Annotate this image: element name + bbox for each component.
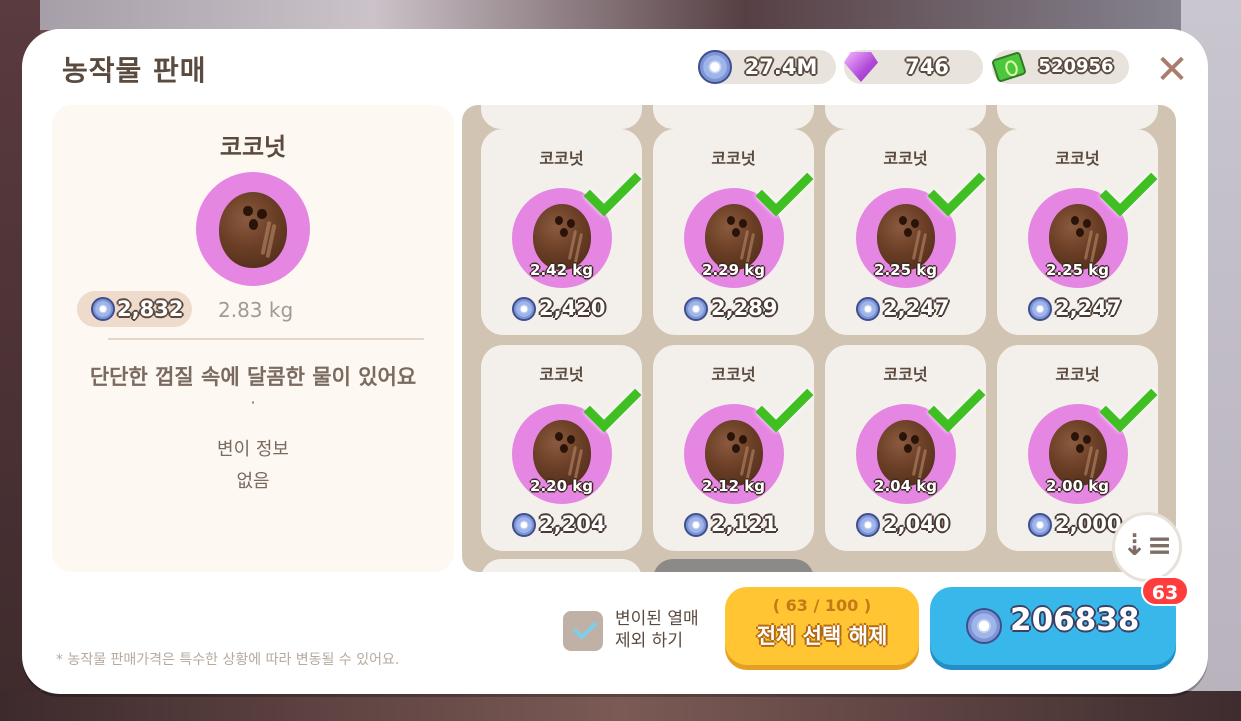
crop-weight: 2.83 kg	[218, 298, 294, 322]
sell-crops-modal: 농작물 판매 27.4M 746 520956 ✕ 코코넛 2,832 2.83	[22, 29, 1208, 694]
separator-dot: ·	[250, 393, 256, 412]
crop-grid[interactable]: 코코넛 2.42 kg 2,420 코코넛 2.29 kg 2,289 코코넛 2.25 kg…	[462, 105, 1176, 572]
grid-cell-partial[interactable]	[481, 105, 642, 129]
deselect-all-label: 전체 선택 해제	[756, 624, 888, 648]
crop-card-weight: 2.29 kg	[702, 261, 765, 279]
background-top	[0, 0, 1241, 30]
crop-card-price: 2,247	[1055, 296, 1122, 320]
selection-count: ( 63 / 100 )	[772, 596, 872, 615]
crop-card[interactable]: 코코넛 2.25 kg 2,247	[997, 129, 1158, 335]
divider	[108, 338, 424, 340]
coin-icon	[512, 513, 536, 537]
exclude-label-line1: 변이된 열매	[615, 609, 699, 629]
crop-card[interactable]: 코코넛 2.42 kg 2,420	[481, 129, 642, 335]
crop-card-weight: 2.12 kg	[702, 477, 765, 495]
coin-icon	[91, 297, 115, 321]
coconut-icon	[219, 192, 287, 268]
coin-icon	[856, 297, 880, 321]
coin-balance-value: 27.4M	[744, 55, 818, 79]
gem-balance-value: 746	[905, 55, 949, 79]
sort-descending-icon: ⇣≡	[1121, 528, 1173, 563]
coin-icon	[1028, 513, 1052, 537]
crop-card-weight: 2.25 kg	[1046, 261, 1109, 279]
crop-image	[196, 172, 310, 286]
coin-icon	[698, 50, 732, 84]
sell-button[interactable]: 206838	[930, 587, 1176, 665]
coin-icon	[1028, 297, 1052, 321]
check-icon	[572, 615, 598, 640]
crop-card[interactable]: 코코넛 2.04 kg 2,040	[825, 345, 986, 551]
coin-icon	[856, 513, 880, 537]
gem-balance: 746	[844, 50, 983, 84]
crop-card-weight: 2.00 kg	[1046, 477, 1109, 495]
coin-balance: 27.4M	[698, 50, 836, 84]
crop-card-price: 2,204	[539, 512, 606, 536]
sort-button[interactable]: ⇣≡	[1112, 512, 1182, 582]
crop-card-price: 2,420	[539, 296, 606, 320]
crop-description: 단단한 껍질 속에 달콤한 물이 있어요	[89, 365, 417, 389]
coin-icon	[684, 513, 708, 537]
grid-cell-partial[interactable]	[653, 105, 814, 129]
sell-total: 206838	[1010, 602, 1140, 638]
modal-title: 농작물 판매	[62, 54, 207, 87]
grid-cell-partial[interactable]	[481, 559, 642, 572]
crop-card-price: 2,121	[711, 512, 778, 536]
crop-card-weight: 2.20 kg	[530, 477, 593, 495]
grid-cell-partial[interactable]	[825, 105, 986, 129]
crop-card-weight: 2.42 kg	[530, 261, 593, 279]
mutation-info-value: 없음	[236, 471, 270, 492]
crop-card[interactable]: 코코넛 2.20 kg 2,204	[481, 345, 642, 551]
grid-cell-partial[interactable]	[997, 105, 1158, 129]
coin-icon	[684, 297, 708, 321]
crop-detail-panel: 코코넛 2,832 2.83 kg 단단한 껍질 속에 달콤한 물이 있어요 ·…	[52, 105, 454, 572]
crop-card-price: 2,247	[883, 296, 950, 320]
crop-price-value: 2,832	[117, 297, 184, 321]
selected-count-badge: 63	[1141, 576, 1189, 606]
crop-name: 코코넛	[219, 133, 287, 161]
crop-card-price: 2,289	[711, 296, 778, 320]
crop-card[interactable]: 코코넛 2.29 kg 2,289	[653, 129, 814, 335]
crop-card-weight: 2.25 kg	[874, 261, 937, 279]
crop-card-price: 2,000	[1055, 512, 1122, 536]
crop-card[interactable]: 코코넛 2.12 kg 2,121	[653, 345, 814, 551]
price-note: * 농작물 판매가격은 특수한 상황에 따라 변동될 수 있어요.	[56, 652, 400, 668]
gem-icon	[844, 52, 878, 82]
cash-balance-value: 520956	[1038, 56, 1114, 77]
cash-icon	[991, 50, 1027, 84]
coin-icon	[966, 608, 1002, 644]
close-button[interactable]: ✕	[1150, 48, 1194, 92]
exclude-label-line2: 제외 하기	[615, 631, 683, 651]
crop-price: 2,832	[77, 291, 192, 327]
deselect-all-button[interactable]: ( 63 / 100 ) 전체 선택 해제	[725, 587, 919, 665]
grid-cell-partial[interactable]	[653, 559, 814, 572]
crop-card-weight: 2.04 kg	[874, 477, 937, 495]
cash-balance: 520956	[991, 50, 1129, 84]
mutation-info-title: 변이 정보	[217, 439, 289, 460]
crop-card-price: 2,040	[883, 512, 950, 536]
background-bottom	[0, 691, 1241, 721]
exclude-mutated-label[interactable]: 변이된 열매 제외 하기	[615, 608, 699, 652]
exclude-mutated-checkbox[interactable]	[563, 611, 603, 651]
coin-icon	[512, 297, 536, 321]
crop-card[interactable]: 코코넛 2.25 kg 2,247	[825, 129, 986, 335]
close-icon: ✕	[1155, 47, 1189, 93]
